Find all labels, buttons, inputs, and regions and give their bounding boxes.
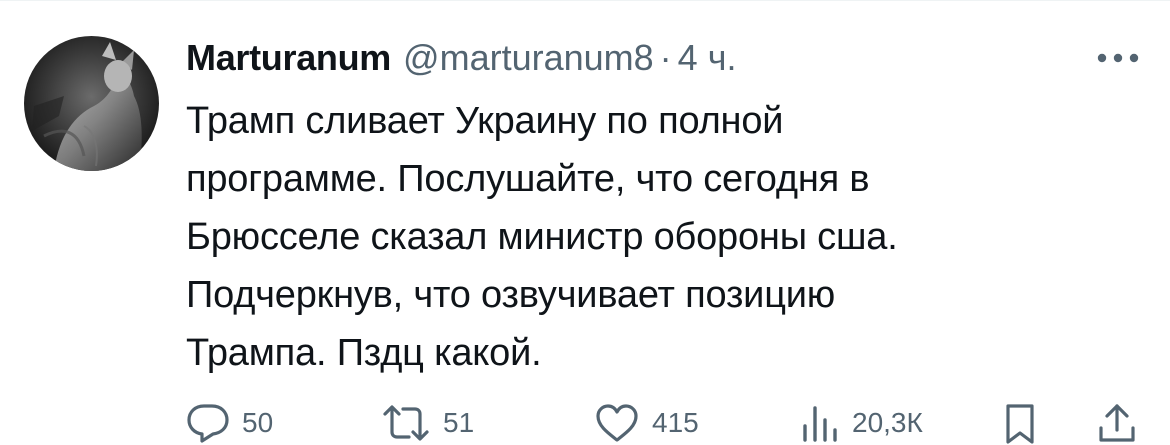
tweet-text-line: Брюсселе сказал министр обороны сша. — [186, 216, 898, 258]
author-name[interactable]: Marturanum — [186, 33, 391, 83]
views-count: 20,3К — [852, 407, 923, 438]
tweet[interactable]: Marturanum @marturanum8 · 4 ч. Трамп сли… — [0, 0, 1170, 445]
avatar[interactable] — [24, 36, 159, 171]
views-button[interactable]: 20,3К — [800, 402, 923, 445]
tweet-header: Marturanum @marturanum8 · 4 ч. — [186, 33, 736, 83]
more-horizontal-icon — [1097, 53, 1139, 63]
action-bar: 50 51 415 20,3К — [186, 402, 1146, 445]
tweet-text-line: программе. Послушайте, что сегодня в — [186, 158, 870, 200]
heart-icon — [596, 404, 638, 442]
share-button[interactable] — [1096, 402, 1138, 445]
tweet-text-line: Трампа. Пздц какой. — [186, 332, 542, 374]
tweet-text: Трамп сливает Украину по полной программ… — [186, 92, 1126, 382]
timestamp[interactable]: 4 ч. — [678, 33, 737, 83]
more-options-button[interactable] — [1090, 40, 1146, 76]
tweet-text-line: Подчеркнув, что озвучивает позицию — [186, 274, 836, 316]
author-handle[interactable]: @marturanum8 — [403, 33, 654, 83]
like-button[interactable]: 415 — [594, 402, 699, 445]
share-upload-icon — [1099, 404, 1135, 442]
like-count: 415 — [652, 407, 699, 438]
reply-button[interactable]: 50 — [186, 402, 273, 445]
reply-count: 50 — [242, 407, 274, 438]
bookmark-button[interactable] — [1000, 402, 1040, 445]
reply-bubble-icon — [187, 404, 229, 443]
repost-arrows-icon — [383, 405, 429, 441]
avatar-image — [24, 36, 159, 171]
bar-chart-icon — [803, 406, 837, 442]
separator-dot: · — [659, 37, 672, 78]
tweet-text-line: Трамп сливает Украину по полной — [186, 100, 784, 142]
repost-button[interactable]: 51 — [381, 402, 474, 445]
bookmark-icon — [1006, 404, 1034, 444]
repost-count: 51 — [443, 407, 475, 438]
